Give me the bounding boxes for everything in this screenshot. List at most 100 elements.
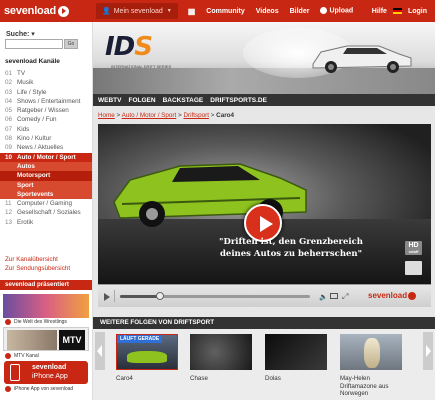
breadcrumb-auto-motor-sport[interactable]: Auto / Motor / Sport bbox=[122, 112, 177, 119]
category-item[interactable]: 06 Comedy / Fun bbox=[0, 115, 92, 124]
category-item[interactable]: 12 Gesellschaft / Soziales bbox=[0, 208, 92, 217]
category-item[interactable]: 11 Computer / Gaming bbox=[0, 199, 92, 208]
episode-title[interactable]: Dolas bbox=[265, 375, 327, 383]
flag-de-icon[interactable] bbox=[392, 8, 402, 14]
sevenload-logo[interactable]: sevenload bbox=[0, 0, 93, 22]
iphone-banner-line1: sevenload bbox=[32, 364, 67, 371]
player-logo[interactable]: sevenload bbox=[368, 291, 417, 300]
episode-thumbnail[interactable]: LÄUFT GERADE bbox=[116, 334, 178, 370]
carousel-prev-button[interactable] bbox=[95, 332, 105, 370]
hd-toggle-button[interactable]: HD on/off bbox=[405, 241, 422, 255]
main-content: IDS INTERNATIONAL DRIFT SERIES WEBTV FOL… bbox=[93, 22, 435, 400]
hd-sub-label: on/off bbox=[408, 250, 419, 254]
nav-upload[interactable]: Upload bbox=[320, 7, 354, 15]
player-controls: 🔈 ⤢ sevenload bbox=[98, 284, 431, 307]
episode-thumbnail[interactable] bbox=[190, 334, 252, 370]
fullscreen-icon[interactable]: ⤢ bbox=[342, 292, 348, 302]
popout-icon[interactable] bbox=[330, 293, 338, 299]
subnav-backstage[interactable]: BACKSTAGE bbox=[163, 97, 204, 104]
episode-item[interactable]: Chase bbox=[190, 334, 252, 383]
search-input[interactable] bbox=[5, 39, 63, 49]
subcategory-autos[interactable]: Autos bbox=[0, 161, 92, 172]
category-item-active[interactable]: 10 Auto / Motor / Sport bbox=[0, 152, 92, 162]
subnav-driftsports[interactable]: DRIFTSPORTS.DE bbox=[210, 97, 267, 104]
more-episodes-header: WEITERE FOLGEN VON DRIFTSPORT bbox=[93, 317, 435, 329]
promo-bullet-icon bbox=[5, 353, 11, 359]
category-item[interactable]: 04 Shows / Entertainment bbox=[0, 97, 92, 106]
show-overview-link[interactable]: Zur Sendungsübersicht bbox=[5, 265, 70, 274]
subnav-webtv[interactable]: WEBTV bbox=[98, 97, 121, 104]
category-item[interactable]: 01 TV bbox=[0, 69, 92, 78]
subcategory-sport[interactable]: Sport bbox=[0, 180, 92, 190]
nav-bilder[interactable]: Bilder bbox=[290, 8, 310, 15]
video-quote: "Driften ist, den Grenzbereich deines Au… bbox=[176, 236, 406, 260]
help-link[interactable]: Hilfe bbox=[372, 8, 387, 15]
chevron-down-icon: ▼ bbox=[166, 8, 172, 14]
mtv-promo-caption[interactable]: MTV Kanal bbox=[14, 353, 39, 359]
grid-icon[interactable]: ▦ bbox=[188, 7, 196, 16]
category-item[interactable]: 08 Kino / Kultur bbox=[0, 134, 92, 143]
top-bar: sevenload 👤 Mein sevenload ▼ ▦ Community… bbox=[0, 0, 435, 22]
category-item[interactable]: 02 Musik bbox=[0, 78, 92, 87]
breadcrumb-home[interactable]: Home bbox=[98, 112, 115, 119]
category-item[interactable]: 13 Erotik bbox=[0, 218, 92, 227]
channel-overview-link[interactable]: Zur Kanalübersicht bbox=[5, 256, 70, 265]
promo-bullet-icon bbox=[5, 386, 11, 392]
mtv-promo-image[interactable]: MTV bbox=[3, 327, 89, 351]
drift-car-image bbox=[312, 45, 412, 73]
episode-title[interactable]: Chase bbox=[190, 375, 252, 383]
channels-title: sevenload Kanäle bbox=[5, 58, 60, 65]
volume-icon[interactable]: 🔈 bbox=[319, 293, 328, 301]
category-item[interactable]: 03 Life / Style bbox=[0, 88, 92, 97]
breadcrumb: Home > Auto / Motor / Sport > Driftsport… bbox=[98, 112, 235, 119]
nav-community[interactable]: Community bbox=[206, 8, 245, 15]
mein-sevenload-dropdown[interactable]: 👤 Mein sevenload ▼ bbox=[96, 3, 178, 19]
category-item[interactable]: 07 Kids bbox=[0, 125, 92, 134]
play-pause-icon[interactable] bbox=[104, 293, 110, 301]
subcategory-motorsport[interactable]: Motorsport bbox=[0, 171, 92, 181]
show-subnav: WEBTV FOLGEN BACKSTAGE DRIFTSPORTS.DE bbox=[93, 94, 435, 106]
main-nav: 👤 Mein sevenload ▼ ▦ Community Videos Bi… bbox=[93, 0, 353, 22]
subcategory-sportevents[interactable]: Sportevents bbox=[0, 189, 92, 200]
search-button[interactable]: Go bbox=[64, 39, 78, 49]
search-label: Suche: ▾ bbox=[6, 31, 35, 38]
wrestling-promo-caption[interactable]: Die Welt des Wrestlings bbox=[14, 319, 67, 325]
episode-thumbnail[interactable] bbox=[265, 334, 327, 370]
breadcrumb-driftsport[interactable]: Driftsport bbox=[183, 112, 209, 119]
mtv-logo: MTV bbox=[59, 330, 85, 350]
episode-item[interactable]: Dolas bbox=[265, 334, 327, 383]
category-item[interactable]: 05 Ratgeber / Wissen bbox=[0, 106, 92, 115]
episode-item[interactable]: LÄUFT GERADE Caro4 bbox=[116, 334, 178, 383]
user-icon: 👤 bbox=[102, 8, 111, 15]
wrestling-promo-image[interactable] bbox=[3, 294, 89, 318]
episode-item[interactable]: May-Helen Driftamazone aus Norwegen bbox=[340, 334, 402, 398]
mtv-promo-photo bbox=[7, 330, 57, 350]
promo-bullet-icon bbox=[5, 319, 11, 325]
iphone-icon bbox=[10, 364, 20, 381]
nav-videos[interactable]: Videos bbox=[256, 8, 279, 15]
category-item[interactable]: 09 News / Aktuelles bbox=[0, 143, 92, 152]
iphone-app-caption[interactable]: iPhone App von sevenload bbox=[14, 386, 73, 392]
subnav-folgen[interactable]: FOLGEN bbox=[128, 97, 155, 104]
carousel-next-button[interactable] bbox=[423, 332, 433, 370]
login-link[interactable]: Login bbox=[408, 8, 427, 15]
mein-sevenload-label: Mein sevenload bbox=[113, 7, 163, 15]
seek-handle[interactable] bbox=[156, 292, 164, 300]
ids-logo: IDS bbox=[105, 32, 153, 62]
video-player[interactable]: "Driften ist, den Grenzbereich deines Au… bbox=[98, 124, 431, 307]
episode-title[interactable]: Caro4 bbox=[116, 375, 178, 383]
episode-title[interactable]: May-Helen Driftamazone aus Norwegen bbox=[340, 375, 402, 398]
ids-header-banner: IDS INTERNATIONAL DRIFT SERIES bbox=[93, 22, 435, 94]
video-quote-line2: deines Autos zu beherrschen" bbox=[219, 249, 363, 259]
sidebar: Suche: ▾ Go sevenload Kanäle 01 TV 02 Musi… bbox=[0, 22, 93, 400]
upload-label: Upload bbox=[329, 7, 354, 15]
right-nav: Hilfe Login bbox=[366, 8, 435, 15]
subtitles-button[interactable] bbox=[405, 261, 422, 275]
progress-track[interactable] bbox=[120, 295, 310, 298]
breadcrumb-current: Caro4 bbox=[216, 112, 235, 119]
iphone-app-banner[interactable]: sevenload iPhone App bbox=[4, 361, 88, 384]
video-frame[interactable]: "Driften ist, den Grenzbereich deines Au… bbox=[98, 124, 431, 284]
player-logo-icon bbox=[408, 291, 417, 300]
episode-thumbnail[interactable] bbox=[340, 334, 402, 370]
progress-loaded bbox=[120, 295, 158, 298]
